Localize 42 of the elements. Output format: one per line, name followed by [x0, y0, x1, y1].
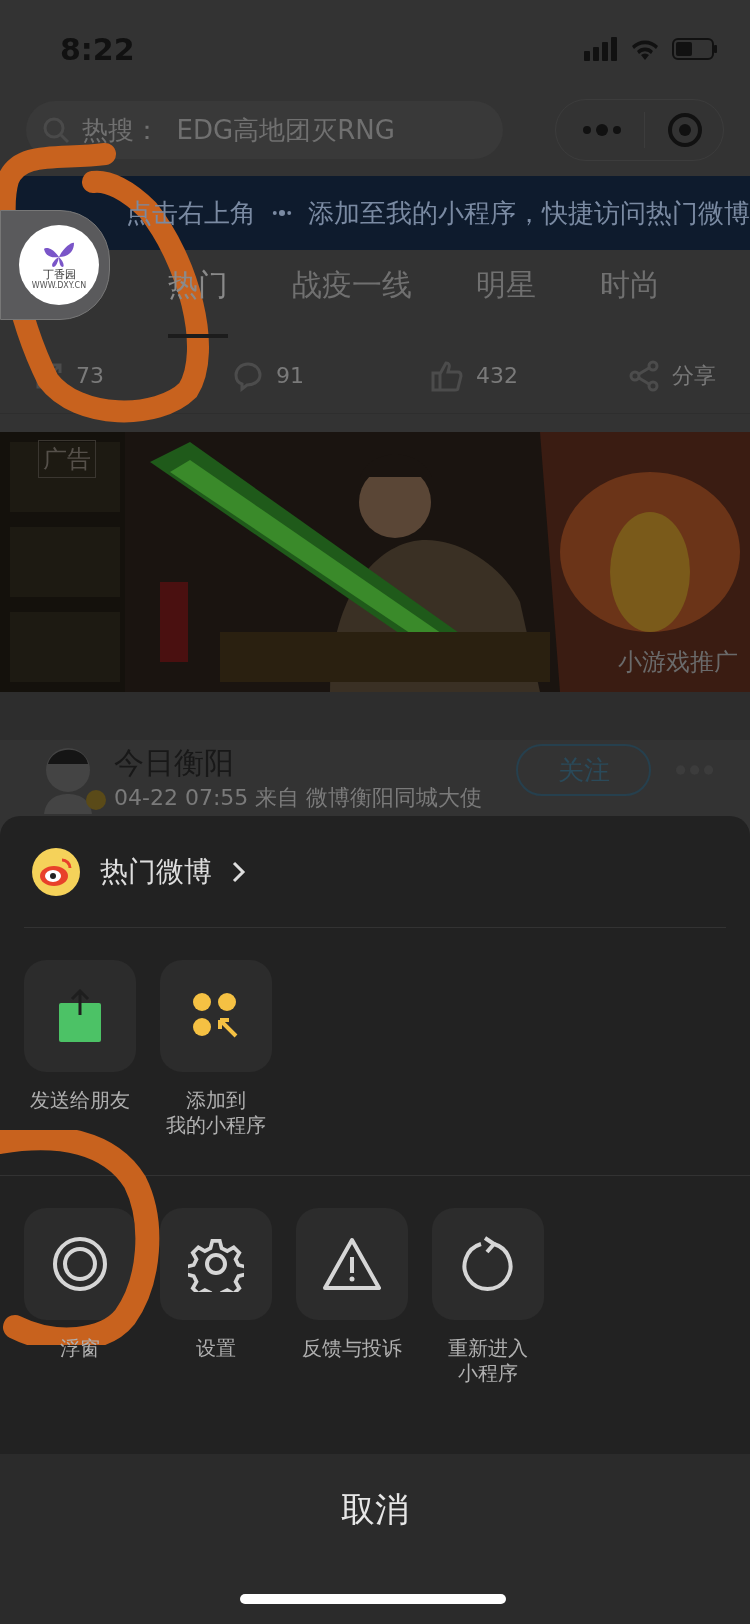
butterfly-icon — [42, 240, 76, 269]
action-tile[interactable] — [24, 960, 136, 1072]
cancel-button[interactable]: 取消 — [341, 1484, 409, 1530]
upload-icon — [58, 989, 102, 1043]
post-meta: 04-22 07:55 来自 微博衡阳同城大使 — [114, 785, 483, 811]
action-tile[interactable] — [432, 1208, 544, 1320]
share-icon — [628, 359, 660, 392]
category-tab[interactable]: 战疫一线 — [292, 262, 412, 338]
logo-url: WWW.DXY.CN — [31, 280, 87, 290]
logo-name: 丁香园 — [42, 268, 76, 281]
app-name[interactable]: 热门微博 — [100, 850, 212, 893]
search-icon — [42, 116, 70, 144]
battery-icon — [672, 38, 718, 60]
action-label: 添加到 我的小程序 — [166, 1088, 266, 1138]
thumbs-up-icon — [430, 359, 464, 392]
reload-icon — [461, 1236, 515, 1292]
settings-icon — [188, 1236, 244, 1292]
floating-window[interactable]: 丁香园 WWW.DXY.CN — [0, 210, 110, 320]
stat-count: 432 — [476, 362, 518, 390]
action-tile[interactable] — [296, 1208, 408, 1320]
stat-count: 分享 — [672, 362, 716, 390]
action-label: 反馈与投诉 — [302, 1336, 402, 1361]
signal-icon — [584, 37, 618, 61]
warning-icon — [322, 1237, 382, 1291]
action-label: 设置 — [196, 1336, 236, 1361]
action-label: 重新进入 小程序 — [448, 1336, 528, 1386]
stat-count: 73 — [76, 362, 104, 390]
stat-count: 91 — [276, 362, 304, 390]
action-tile[interactable] — [160, 960, 272, 1072]
float-window-icon — [52, 1236, 108, 1292]
wifi-icon — [630, 38, 660, 60]
chevron-right-icon — [232, 860, 246, 883]
category-tab[interactable]: 明星 — [476, 262, 536, 338]
ad-badge: 广告 — [38, 440, 96, 478]
category-tab[interactable]: 时尚 — [600, 262, 660, 338]
add-mini-program-icon — [192, 992, 240, 1040]
action-tile[interactable] — [160, 1208, 272, 1320]
weibo-logo-icon — [32, 847, 80, 896]
action-label: 发送给朋友 — [30, 1088, 130, 1113]
tip-text: 添加至我的小程序，快捷访问热门微博 — [308, 196, 750, 230]
ad-source: 小游戏推广 — [618, 647, 738, 678]
action-tile[interactable] — [24, 1208, 136, 1320]
